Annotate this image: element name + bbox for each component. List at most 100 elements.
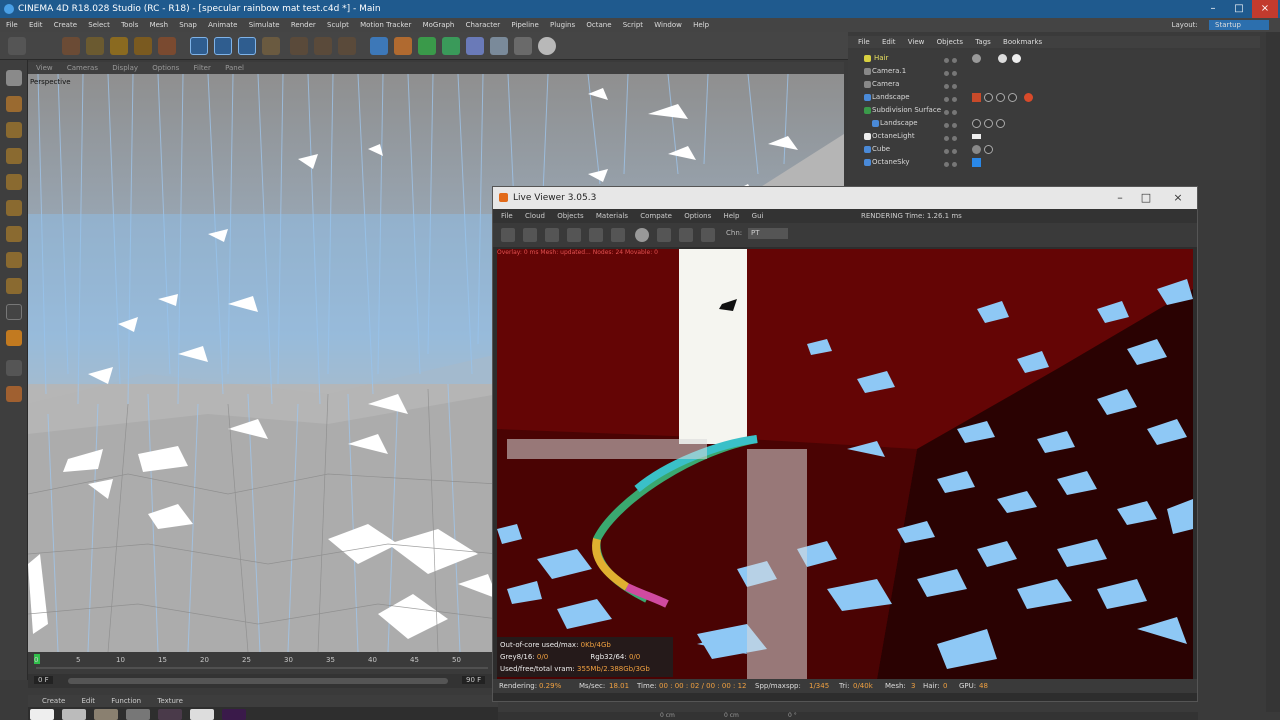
rotate-tool-icon[interactable] xyxy=(134,37,152,55)
om-menu-bookmarks[interactable]: Bookmarks xyxy=(1003,38,1042,46)
lv-menu-cloud[interactable]: Cloud xyxy=(525,212,545,220)
lock-icon[interactable] xyxy=(611,228,625,242)
visibility-dots[interactable] xyxy=(944,120,966,128)
coordinate-system-icon[interactable] xyxy=(262,37,280,55)
viewport-menu-display[interactable]: Display xyxy=(112,64,138,72)
render-settings-icon[interactable] xyxy=(338,37,356,55)
deformer-icon[interactable] xyxy=(466,37,484,55)
menu-sculpt[interactable]: Sculpt xyxy=(327,21,349,29)
x-axis-icon[interactable] xyxy=(190,37,208,55)
tag-icon[interactable] xyxy=(1024,93,1033,102)
axis-mode-icon[interactable] xyxy=(6,252,22,268)
lv-minimize-button[interactable]: – xyxy=(1107,187,1133,209)
maximize-button[interactable]: □ xyxy=(1226,0,1252,18)
visibility-dots[interactable] xyxy=(944,68,966,76)
snap-icon[interactable] xyxy=(6,304,22,320)
tag-icon[interactable] xyxy=(972,145,981,154)
menu-animate[interactable]: Animate xyxy=(208,21,237,29)
pause-icon[interactable] xyxy=(545,228,559,242)
model-mode-icon[interactable] xyxy=(6,96,22,112)
visibility-dots[interactable] xyxy=(944,81,966,89)
move-tool-icon[interactable] xyxy=(86,37,104,55)
lv-maximize-button[interactable]: □ xyxy=(1133,187,1159,209)
recent-tools-icon[interactable] xyxy=(158,37,176,55)
material-swatch[interactable] xyxy=(30,709,54,720)
menu-motion-tracker[interactable]: Motion Tracker xyxy=(360,21,411,29)
menu-window[interactable]: Window xyxy=(654,21,682,29)
mat-menu-create[interactable]: Create xyxy=(42,697,65,705)
menu-create[interactable]: Create xyxy=(54,21,77,29)
mat-menu-edit[interactable]: Edit xyxy=(82,697,96,705)
menu-help[interactable]: Help xyxy=(693,21,709,29)
workplane-icon[interactable] xyxy=(6,148,22,164)
om-menu-objects[interactable]: Objects xyxy=(937,38,963,46)
timeline[interactable]: 0 5 10 15 20 25 30 35 40 45 50 xyxy=(28,652,498,674)
time-range-slider[interactable] xyxy=(68,678,448,684)
soft-selection-icon[interactable] xyxy=(6,386,22,402)
mat-menu-texture[interactable]: Texture xyxy=(157,697,183,705)
object-row-camera[interactable]: Camera xyxy=(848,78,1260,91)
lv-menu-materials[interactable]: Materials xyxy=(596,212,628,220)
tag-icon[interactable] xyxy=(972,93,981,102)
points-mode-icon[interactable] xyxy=(6,174,22,190)
animation-mode-icon[interactable] xyxy=(6,330,22,346)
environment-tag-icon[interactable] xyxy=(972,158,981,167)
object-row-landscape[interactable]: Landscape xyxy=(848,91,1260,104)
scale-tool-icon[interactable] xyxy=(110,37,128,55)
grid-icon[interactable] xyxy=(6,360,22,376)
light-icon[interactable] xyxy=(538,37,556,55)
mat-menu-function[interactable]: Function xyxy=(111,697,141,705)
pen-spline-icon[interactable] xyxy=(394,37,412,55)
menu-tools[interactable]: Tools xyxy=(121,21,138,29)
material-tag-icon[interactable] xyxy=(984,145,993,154)
material-tag-icon[interactable] xyxy=(984,93,993,102)
material-swatch[interactable] xyxy=(126,709,150,720)
material-preview-icon[interactable] xyxy=(635,228,649,242)
lv-menu-help[interactable]: Help xyxy=(723,212,739,220)
menu-edit[interactable]: Edit xyxy=(29,21,43,29)
material-swatch[interactable] xyxy=(190,709,214,720)
menu-plugins[interactable]: Plugins xyxy=(550,21,575,29)
render-picture-viewer-icon[interactable] xyxy=(314,37,332,55)
floor-scene-icon[interactable] xyxy=(490,37,508,55)
region-render-icon[interactable] xyxy=(567,228,581,242)
layout-dropdown[interactable]: Startup xyxy=(1209,20,1269,30)
menu-render[interactable]: Render xyxy=(291,21,316,29)
menu-mograph[interactable]: MoGraph xyxy=(423,21,455,29)
visibility-dots[interactable] xyxy=(944,94,966,102)
menu-snap[interactable]: Snap xyxy=(179,21,197,29)
select-tool-icon[interactable] xyxy=(62,37,80,55)
undo-icon[interactable] xyxy=(8,37,26,55)
light-tag-icon[interactable] xyxy=(972,134,981,139)
visibility-dots[interactable] xyxy=(944,107,966,115)
tag-icon[interactable] xyxy=(1012,54,1021,63)
lv-close-button[interactable]: × xyxy=(1165,187,1191,209)
menu-file[interactable]: File xyxy=(6,21,18,29)
menu-pipeline[interactable]: Pipeline xyxy=(511,21,538,29)
subdivision-surface-icon[interactable] xyxy=(418,37,436,55)
object-row-camera1[interactable]: Camera.1 xyxy=(848,65,1260,78)
render-output[interactable]: Overlay: 0 ms Mesh: updated... Nodes: 24… xyxy=(497,249,1193,679)
om-menu-view[interactable]: View xyxy=(908,38,925,46)
om-menu-file[interactable]: File xyxy=(858,38,870,46)
end-frame-field[interactable]: 90 F xyxy=(462,676,486,684)
viewport-menu-cameras[interactable]: Cameras xyxy=(67,64,98,72)
om-menu-edit[interactable]: Edit xyxy=(882,38,896,46)
material-tag-icon[interactable] xyxy=(996,93,1005,102)
viewport-menu-view[interactable]: View xyxy=(36,64,53,72)
object-row-cube[interactable]: Cube xyxy=(848,143,1260,156)
minimize-button[interactable]: – xyxy=(1200,0,1226,18)
menu-character[interactable]: Character xyxy=(466,21,501,29)
live-viewer-titlebar[interactable]: Live Viewer 3.05.3 – □ × xyxy=(493,187,1197,209)
channel-dropdown[interactable]: PT xyxy=(748,228,788,239)
lv-menu-gui[interactable]: Gui xyxy=(752,212,764,220)
material-swatch[interactable] xyxy=(222,709,246,720)
lv-menu-options[interactable]: Options xyxy=(684,212,711,220)
edges-mode-icon[interactable] xyxy=(6,200,22,216)
menu-simulate[interactable]: Simulate xyxy=(249,21,280,29)
material-swatch[interactable] xyxy=(62,709,86,720)
material-swatch[interactable] xyxy=(158,709,182,720)
object-row-subdivision-surface[interactable]: Subdivision Surface xyxy=(848,104,1260,117)
tag-icon[interactable] xyxy=(972,54,981,63)
coord-y-field[interactable]: 0 cm xyxy=(724,712,739,720)
